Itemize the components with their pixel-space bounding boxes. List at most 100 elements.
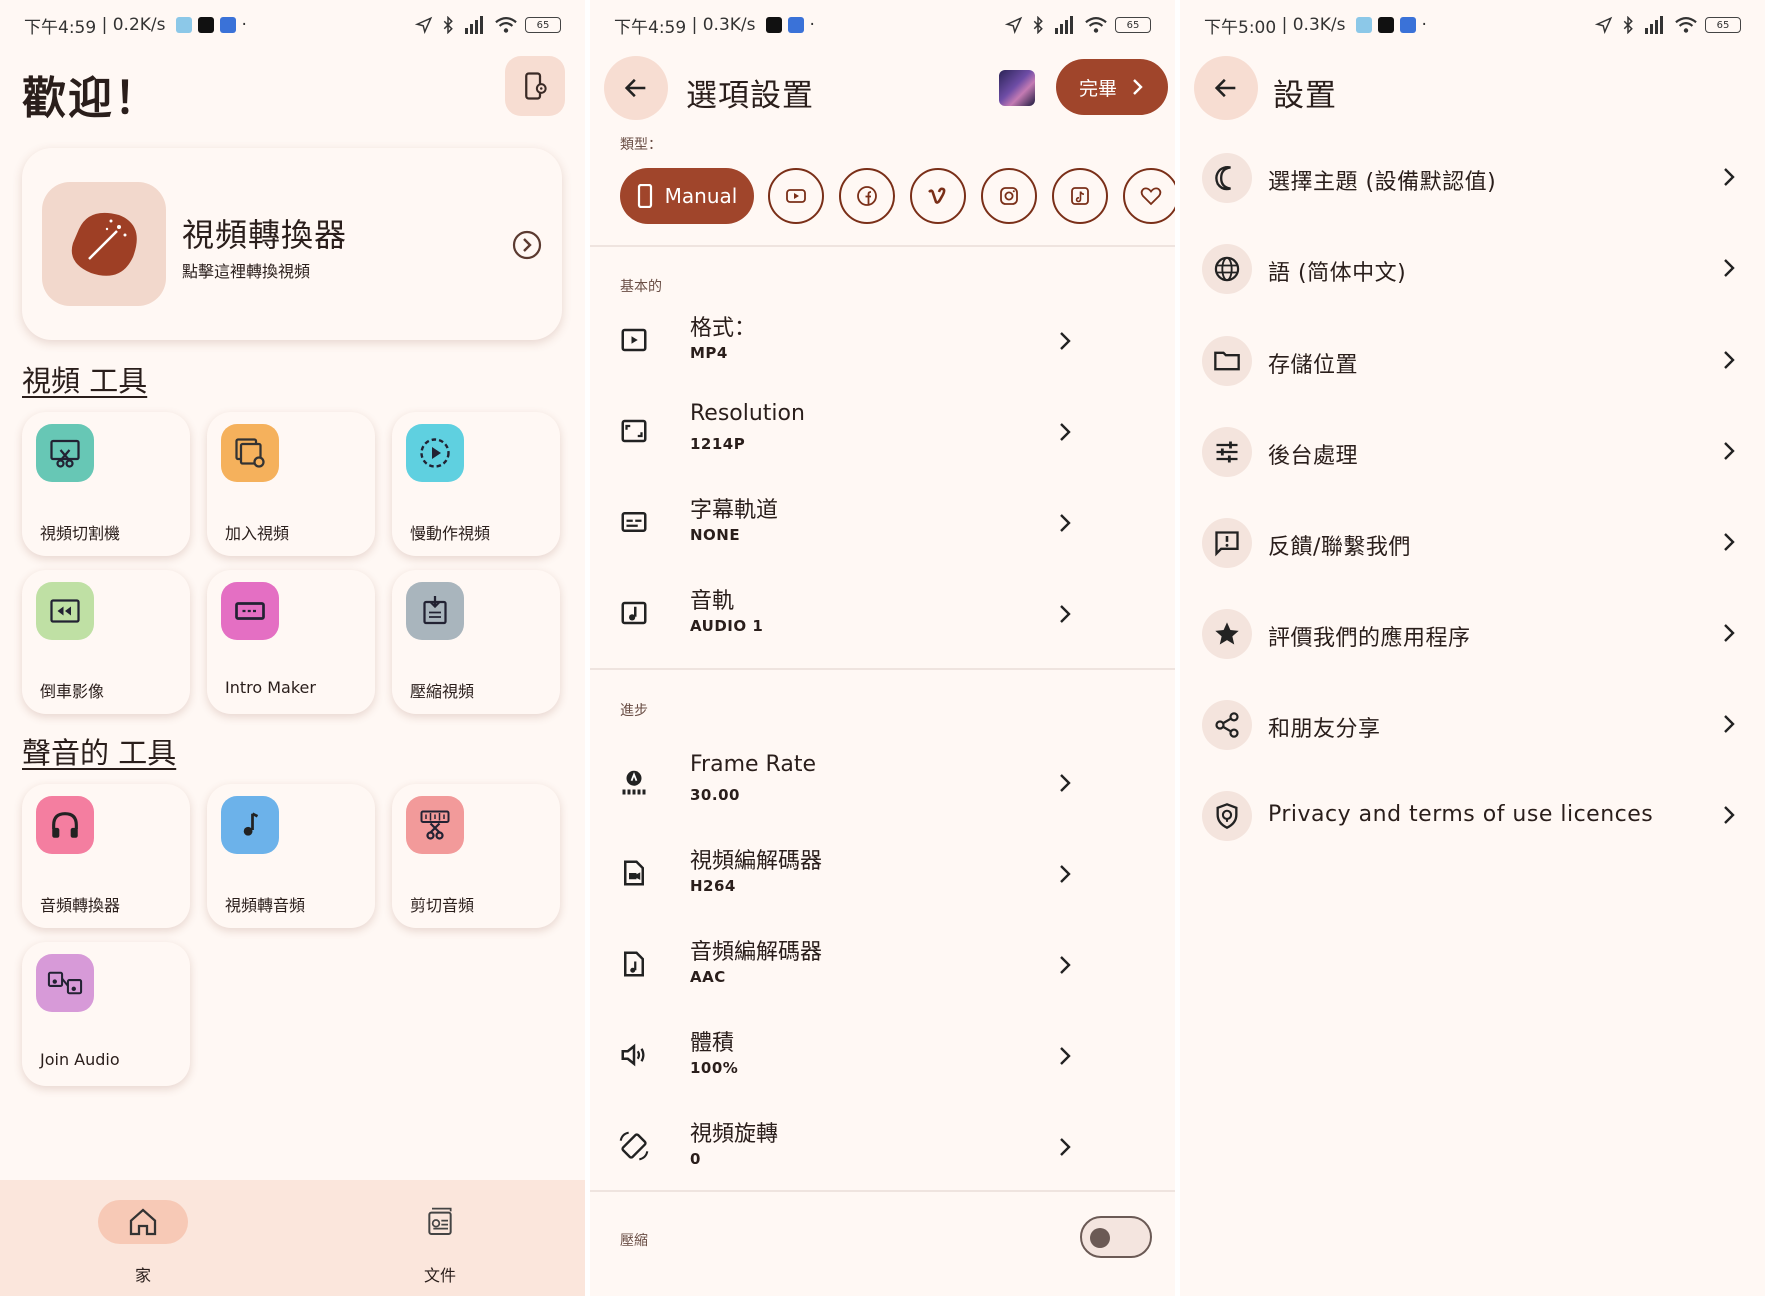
option-value: 0	[690, 1150, 701, 1168]
join-audio-icon	[36, 954, 94, 1012]
option-row-frame-rate[interactable]: Frame Rate 30.00	[590, 740, 1175, 832]
status-time: 下午4:59	[24, 17, 97, 38]
settings-storage[interactable]: 存儲位置	[1180, 316, 1765, 406]
page-title: 歡迎！	[22, 73, 160, 124]
chip-manual[interactable]: Manual	[620, 168, 754, 224]
back-button[interactable]	[1194, 56, 1258, 120]
bluetooth-icon	[1623, 16, 1633, 34]
status-speed: 0.2K/s	[112, 15, 166, 35]
settings-feedback[interactable]: 反饋/聯繫我們	[1180, 498, 1765, 588]
chip-youtube[interactable]	[768, 168, 824, 224]
tile-label: Intro Maker	[225, 678, 316, 697]
location-icon	[1595, 16, 1613, 34]
wifi-icon	[1085, 17, 1107, 33]
chevron-right-icon	[1060, 1138, 1071, 1156]
settings-label: 後台處理	[1268, 444, 1359, 469]
slow-play-icon	[406, 424, 464, 482]
tool-audio-converter[interactable]: 音頻轉換器	[22, 784, 190, 928]
chip-facebook[interactable]	[839, 168, 895, 224]
option-row-audio-track[interactable]: 音軌 AUDIO 1	[590, 571, 1175, 663]
nav-files[interactable]: 文件	[385, 1180, 495, 1296]
option-value: AUDIO 1	[690, 617, 764, 635]
option-value: NONE	[690, 526, 741, 544]
basic-section-label: 基本的	[620, 279, 662, 295]
settings-privacy[interactable]: Privacy and terms of use licences	[1180, 771, 1765, 861]
chip-instagram[interactable]	[981, 168, 1037, 224]
option-title: 格式：	[690, 316, 757, 341]
option-row-resolution[interactable]: Resolution 1214P	[590, 389, 1175, 481]
facebook-icon	[857, 186, 877, 206]
reverse-video-icon	[36, 582, 94, 640]
chevron-right-icon	[1724, 442, 1735, 460]
settings-theme[interactable]: 選擇主題 (設備默認值)	[1180, 133, 1765, 223]
settings-share[interactable]: 和朋友分享	[1180, 680, 1765, 770]
keyboard-icon	[219, 17, 236, 33]
status-speed: 0.3K/s	[1292, 15, 1346, 35]
option-value: AAC	[690, 968, 726, 986]
status-time: 下午4:59	[614, 17, 687, 38]
option-value: 100%	[690, 1059, 739, 1077]
chip-tiktok[interactable]	[1052, 168, 1108, 224]
option-row-video-codec[interactable]: 視頻編解碼器 H264	[590, 831, 1175, 923]
tool-cut-audio[interactable]: 剪切音頻	[392, 784, 560, 928]
music-box-icon	[618, 597, 650, 629]
cloud-icon	[175, 17, 192, 33]
arrow-left-icon	[1214, 78, 1236, 98]
tool-intro-maker[interactable]: Intro Maker	[207, 570, 375, 714]
compress-toggle[interactable]	[1080, 1216, 1152, 1258]
chip-vimeo[interactable]	[910, 168, 966, 224]
tool-join-video[interactable]: 加入視頻	[207, 412, 375, 556]
chevron-right-icon	[1060, 605, 1071, 623]
done-button[interactable]: 完畢	[1056, 59, 1168, 115]
option-row-format[interactable]: 格式： MP4	[590, 298, 1175, 390]
settings-language[interactable]: 語 (简体中文)	[1180, 224, 1765, 314]
chip-favorites[interactable]	[1123, 168, 1175, 224]
option-value: 1214P	[690, 435, 746, 453]
device-settings-button[interactable]	[505, 56, 565, 116]
video-thumbnail[interactable]	[999, 70, 1035, 106]
hero-title: 視頻轉換器	[182, 216, 348, 254]
status-bar: 下午4:59 | 0.3K/s · 65	[590, 0, 1175, 50]
option-row-audio-codec[interactable]: 音頻編解碼器 AAC	[590, 922, 1175, 1014]
chevron-right-icon	[1724, 624, 1735, 642]
chevron-right-icon	[1060, 332, 1071, 350]
compress-label: 壓縮	[620, 1233, 648, 1249]
tile-label: Join Audio	[40, 1050, 120, 1069]
headphones-icon	[36, 796, 94, 854]
subtitles-icon	[618, 506, 650, 538]
option-row-subtitles[interactable]: 字幕軌道 NONE	[590, 480, 1175, 572]
option-title: Frame Rate	[690, 752, 816, 777]
chevron-right-icon	[1060, 423, 1071, 441]
files-icon	[395, 1200, 485, 1244]
tool-reverse-video[interactable]: 倒車影像	[22, 570, 190, 714]
option-value: MP4	[690, 344, 728, 362]
settings-background-processing[interactable]: 後台處理	[1180, 407, 1765, 497]
video-tools-heading: 視頻 工具	[22, 364, 148, 398]
magic-wand-icon	[42, 182, 166, 306]
keyboard-icon	[787, 17, 804, 33]
option-row-rotation[interactable]: 視頻旋轉 0	[590, 1104, 1175, 1196]
nav-home[interactable]: 家	[88, 1180, 198, 1296]
toggle-knob	[1090, 1228, 1110, 1248]
option-value: 30.00	[690, 786, 740, 804]
wifi-icon	[495, 17, 517, 33]
video-converter-card[interactable]: 視頻轉換器 點擊這裡轉換視頻	[22, 148, 562, 340]
tool-compress-video[interactable]: 壓縮視頻	[392, 570, 560, 714]
tile-label: 視頻切割機	[40, 524, 121, 543]
tool-join-audio[interactable]: Join Audio	[22, 942, 190, 1086]
tiktok-icon	[765, 17, 782, 33]
tool-video-cutter[interactable]: 視頻切割機	[22, 412, 190, 556]
back-button[interactable]	[604, 56, 668, 120]
tool-slow-motion[interactable]: 慢動作視頻	[392, 412, 560, 556]
tool-video-to-audio[interactable]: 視頻轉音頻	[207, 784, 375, 928]
settings-rate-app[interactable]: 評價我們的應用程序	[1180, 589, 1765, 679]
nav-files-label: 文件	[423, 1266, 456, 1285]
globe-icon	[1202, 244, 1252, 294]
tiktok-icon	[197, 17, 214, 33]
settings-label: 語 (简体中文)	[1268, 261, 1407, 286]
chevron-right-icon	[1060, 865, 1071, 883]
bottom-navigation: 家 文件	[0, 1180, 585, 1296]
chevron-right-icon	[1060, 514, 1071, 532]
option-row-volume[interactable]: 體積 100%	[590, 1013, 1175, 1105]
stack-video-icon	[221, 424, 279, 482]
